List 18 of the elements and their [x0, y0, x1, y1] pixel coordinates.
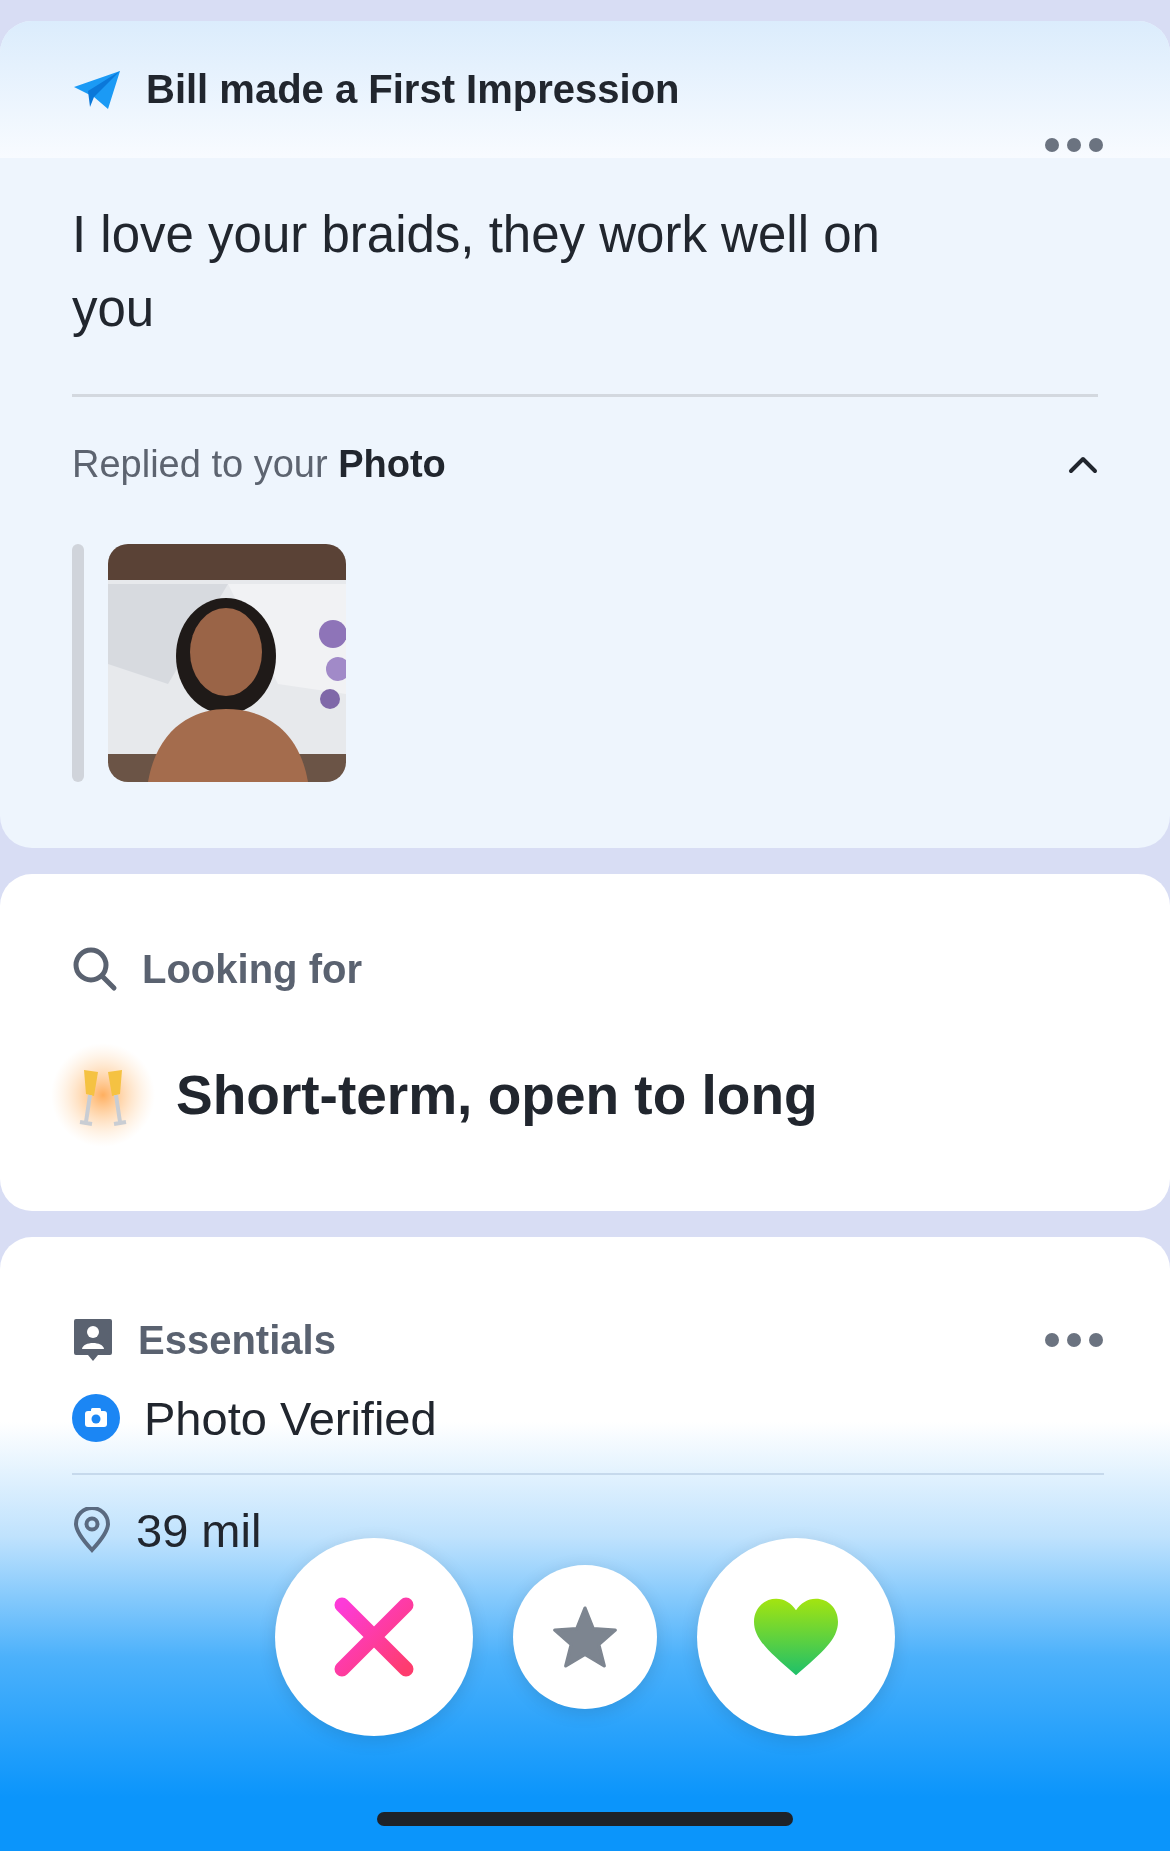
- message-text: I love your braids, they work well on you: [72, 205, 881, 339]
- section-title: Looking for: [142, 946, 362, 992]
- caret-icon[interactable]: [1068, 455, 1098, 474]
- paper-plane-icon: [72, 68, 122, 111]
- more-icon[interactable]: [1044, 137, 1104, 153]
- section-title: Essentials: [138, 1317, 336, 1363]
- star-icon: [552, 1605, 618, 1669]
- essential-text: Photo Verified: [144, 1390, 437, 1446]
- more-icon[interactable]: [1044, 1332, 1104, 1348]
- essential-text: 39 mil: [136, 1502, 262, 1558]
- looking-for-value: Short-term, open to long: [176, 1063, 818, 1127]
- card-title: Bill made a First Impression: [146, 67, 680, 112]
- profile-card-icon: [72, 1317, 114, 1363]
- close-icon: [332, 1595, 416, 1679]
- camera-icon: [72, 1394, 120, 1442]
- search-icon: [72, 946, 118, 992]
- replied-label: Replied to your Photo: [72, 443, 446, 486]
- location-pin-icon: [72, 1507, 112, 1553]
